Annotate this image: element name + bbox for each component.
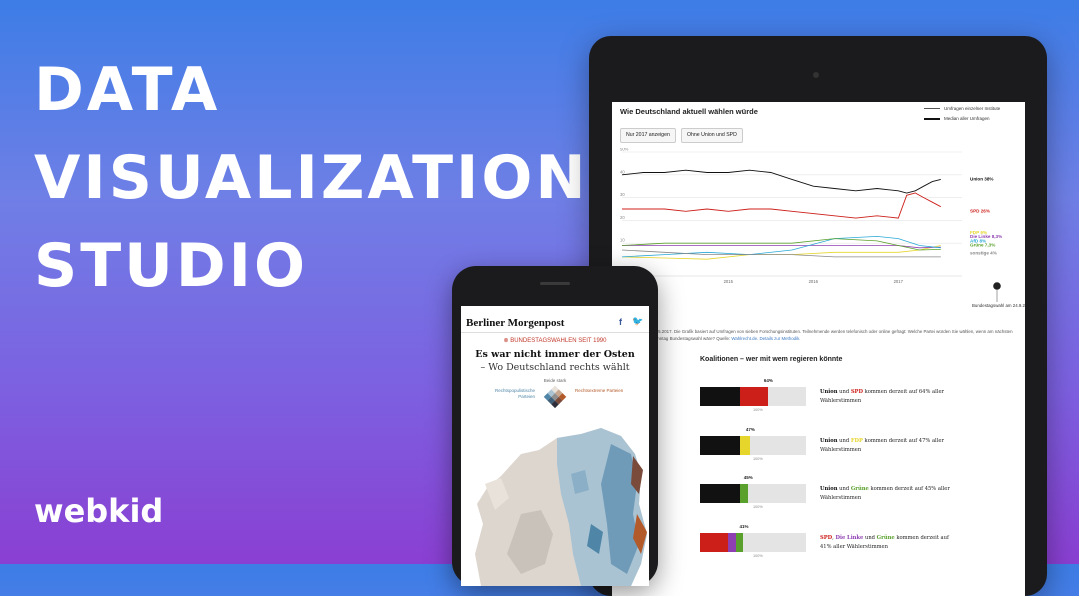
tablet-screen: Wie Deutschland aktuell wählen würde Umf… bbox=[612, 102, 1025, 596]
series-line bbox=[621, 235, 941, 258]
x-tick-label: 2015 bbox=[724, 279, 734, 284]
without-union-spd-button[interactable]: Ohne Union und SPD bbox=[681, 128, 743, 143]
party-name: Union bbox=[820, 438, 838, 444]
series-end-label: SPD 26% bbox=[970, 208, 990, 213]
coalition-bar-segment bbox=[700, 533, 728, 552]
coalition-bar-track bbox=[700, 533, 806, 552]
series-line bbox=[622, 192, 942, 219]
series-line bbox=[621, 169, 941, 194]
coalition-bar-segment bbox=[740, 436, 750, 455]
coalition-full-label: 100% bbox=[753, 457, 763, 461]
legend-median: Median aller Umfragen bbox=[924, 116, 1024, 126]
description-text: und bbox=[837, 438, 851, 444]
coalition-full-label: 100% bbox=[753, 505, 763, 509]
party-name: FDP bbox=[850, 438, 863, 444]
coalition-description: SPD, Die Linke und Grüne kommen derzeit … bbox=[820, 534, 950, 552]
party-name: Union bbox=[820, 486, 838, 492]
party-name: Union bbox=[820, 389, 838, 395]
legend-individual: Umfragen einzelner Institute bbox=[924, 106, 1024, 116]
phone-screen: Berliner Morgenpost f 🐦 ⊗ BUNDESTAGSWAHL… bbox=[461, 306, 649, 586]
coalition-percent-label: 41% bbox=[739, 524, 749, 529]
description-text: und bbox=[837, 486, 851, 492]
germany-choropleth-map[interactable] bbox=[461, 414, 649, 586]
coalition-row: 64% 100% Union und SPD kommen derzeit auf … bbox=[700, 375, 1000, 415]
twitter-icon[interactable]: 🐦 bbox=[632, 316, 643, 327]
article-subtitle: – Wo Deutschland rechts wählt bbox=[480, 362, 630, 373]
y-tick-label: 20 bbox=[620, 215, 625, 220]
chart-title: Wie Deutschland aktuell wählen würde bbox=[620, 107, 758, 116]
coalition-bar-segment bbox=[727, 533, 737, 552]
coalition-description: Union und SPD kommen derzeit auf 64% all… bbox=[820, 388, 950, 406]
coalition-bar-segment bbox=[700, 436, 741, 455]
legend-swatch-median bbox=[924, 118, 940, 120]
coalition-percent-label: 64% bbox=[763, 378, 773, 383]
map-legend-both: Beide stark bbox=[543, 378, 567, 383]
party-name: SPD bbox=[850, 389, 863, 395]
series-line bbox=[622, 245, 941, 249]
poll-line-chart: 50%403020102015 2016 2017Union 38%SPD 26%F… bbox=[620, 148, 1025, 308]
brand-logo: webkid bbox=[34, 492, 164, 530]
newspaper-logo[interactable]: Berliner Morgenpost bbox=[466, 317, 564, 329]
coalition-percent-label: 45% bbox=[743, 475, 753, 480]
coalition-bar-track bbox=[700, 484, 806, 503]
source-link[interactable]: Wahlrecht.de. Details zur Methodik. bbox=[731, 336, 800, 341]
election-annotation: Bundestagswahl am 24.9.2017 bbox=[972, 303, 1025, 308]
series-end-label: Grüne 7,3% bbox=[970, 242, 995, 247]
phone-device: Berliner Morgenpost f 🐦 ⊗ BUNDESTAGSWAHL… bbox=[452, 266, 658, 586]
legend-swatch-individual bbox=[924, 108, 940, 109]
description-text: und bbox=[837, 389, 851, 395]
legend-individual-label: Umfragen einzelner Institute bbox=[944, 106, 1001, 111]
source-note: 31.5.2017. Die Grafik basiert auf Umfrag… bbox=[652, 328, 1020, 342]
coalition-bar-segment bbox=[700, 484, 741, 503]
series-end-label: Union 38% bbox=[970, 176, 993, 181]
coalition-description: Union und FDP kommen derzeit auf 47% all… bbox=[820, 437, 950, 455]
coalition-bar-track bbox=[700, 387, 806, 406]
party-name: Grüne bbox=[876, 535, 895, 541]
ballot-box-icon bbox=[993, 282, 1001, 290]
article-kicker: ⊗ BUNDESTAGSWAHLEN SEIT 1990 bbox=[461, 337, 649, 344]
map-legend-populist: Rechtspopulistische Parteien bbox=[494, 388, 535, 399]
coalition-row: 47% 100% Union und FDP kommen derzeit auf … bbox=[700, 424, 1000, 464]
party-name: Grüne bbox=[850, 486, 869, 492]
coalition-row: 45% 100% Union und Grüne kommen derzeit au… bbox=[700, 472, 1000, 512]
coalition-bar-segment bbox=[700, 387, 741, 406]
coalition-full-label: 100% bbox=[753, 408, 763, 412]
y-tick-label: 50% bbox=[620, 148, 629, 152]
y-tick-label: 10 bbox=[620, 238, 625, 243]
description-text: und bbox=[863, 535, 877, 541]
bivariate-legend-icon bbox=[543, 385, 567, 409]
x-tick-label: 2017 bbox=[894, 279, 904, 284]
party-name: Die Linke bbox=[835, 535, 864, 541]
y-tick-label: 30 bbox=[620, 192, 625, 197]
phone-speaker bbox=[540, 282, 570, 285]
hero-line-2: VISUALIZATION bbox=[34, 143, 589, 213]
map-legend-extremist: Rechtsextreme Parteien bbox=[575, 388, 624, 393]
series-end-label: sonstige 4% bbox=[970, 251, 997, 256]
article-title: Es war nicht immer der Osten bbox=[475, 349, 635, 360]
x-tick-label: 2016 bbox=[809, 279, 819, 284]
legend-median-label: Median aller Umfragen bbox=[944, 116, 990, 121]
coalition-full-label: 100% bbox=[753, 554, 763, 558]
party-name: SPD bbox=[820, 535, 833, 541]
coalition-description: Union und Grüne kommen derzeit auf 45% a… bbox=[820, 485, 950, 503]
coalition-bar-segment bbox=[740, 387, 768, 406]
source-text: 31.5.2017. Die Grafik basiert auf Umfrag… bbox=[652, 329, 1013, 341]
coalition-percent-label: 47% bbox=[745, 427, 755, 432]
facebook-icon[interactable]: f bbox=[619, 317, 622, 327]
chart-legend: Umfragen einzelner Institute Median alle… bbox=[924, 106, 1024, 126]
only-2017-button[interactable]: Nur 2017 anzeigen bbox=[620, 128, 676, 143]
coalition-bar-segment bbox=[740, 484, 748, 503]
tablet-camera bbox=[813, 72, 819, 78]
y-tick-label: 40 bbox=[620, 169, 625, 174]
coalition-bar-segment bbox=[736, 533, 744, 552]
series-line bbox=[621, 238, 941, 251]
hero-line-1: DATA bbox=[34, 55, 221, 125]
coalitions-title: Koalitionen – wer mit wem regieren könnt… bbox=[700, 356, 843, 363]
coalition-bar-track bbox=[700, 436, 806, 455]
kicker-text: BUNDESTAGSWAHLEN SEIT 1990 bbox=[510, 338, 607, 344]
header-divider bbox=[461, 332, 649, 333]
coalition-row: 41% 100% SPD, Die Linke und Grüne kommen d… bbox=[700, 521, 1000, 561]
